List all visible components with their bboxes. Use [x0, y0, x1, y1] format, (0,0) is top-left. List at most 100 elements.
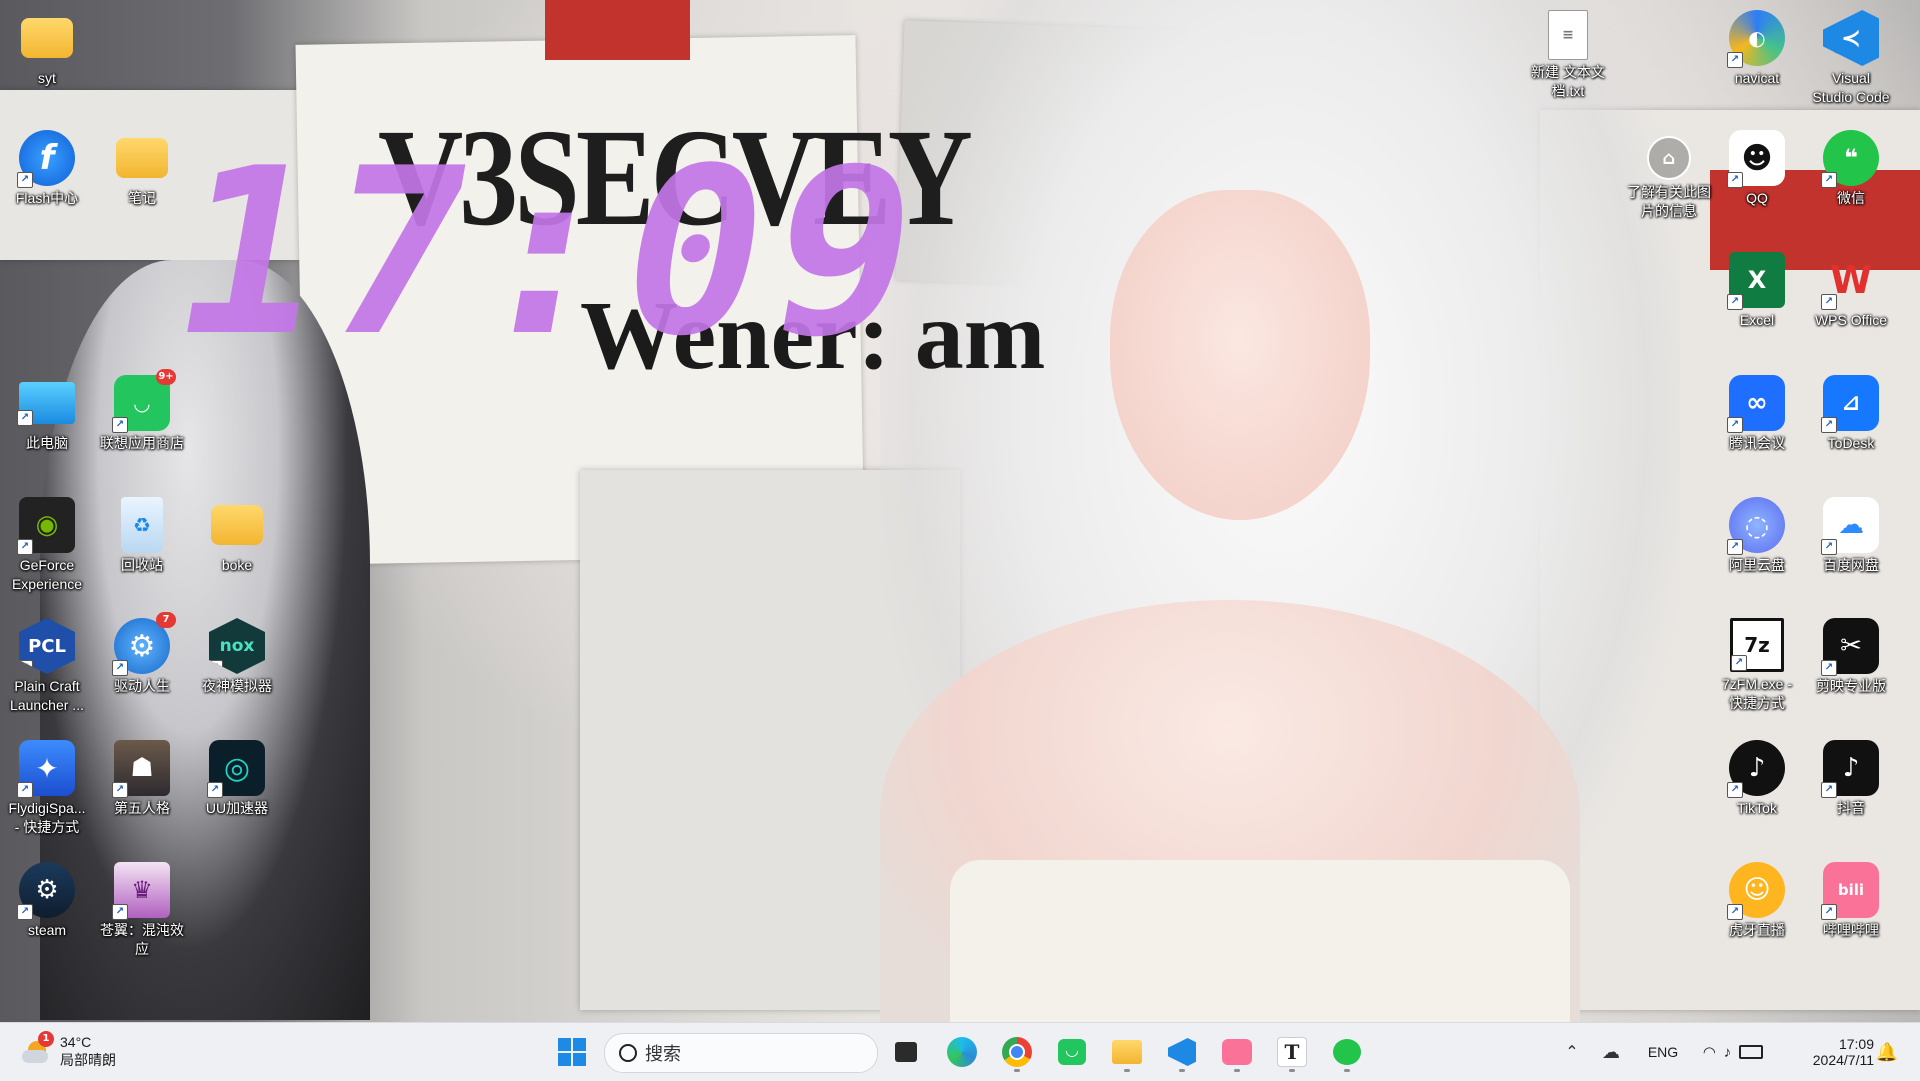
taskbar-vscode[interactable] — [1160, 1031, 1204, 1073]
desktop-icon-blazblue[interactable]: ♛ ↗ 苍翼：混沌效 应 — [95, 862, 189, 959]
cloud-off-icon: ☁ — [1602, 1041, 1620, 1062]
desktop-icon-douyin[interactable]: ♪ ↗ 抖音 — [1804, 740, 1898, 818]
quick-settings[interactable]: ◠ ♪ — [1694, 1037, 1772, 1067]
qq-penguin-icon: ☻ ↗ — [1727, 130, 1785, 188]
folder-icon — [211, 505, 263, 545]
taskbar-bilibili[interactable] — [1215, 1031, 1259, 1073]
spotlight-info-button[interactable]: ⌂ 了解有关此图 片的信息 — [1614, 136, 1724, 221]
taskbar: 1 34°C 局部晴朗 搜索 ◡ T ⌃ ☁ ENG ◠ ♪ 17:09 202… — [0, 1022, 1920, 1081]
identity-v-icon: ☗ ↗ — [112, 740, 170, 798]
desktop-icon-tencent-meeting[interactable]: ∞ ↗ 腾讯会议 — [1710, 375, 1804, 453]
desktop-icon-identity-v[interactable]: ☗ ↗ 第五人格 — [95, 740, 189, 818]
desktop-icon-tiktok[interactable]: ♪ ↗ TikTok — [1710, 740, 1804, 818]
nox-icon: nox ↗ — [209, 618, 265, 674]
wechat-icon: ❝ ↗ — [1821, 130, 1879, 188]
todesk-icon: ⊿ ↗ — [1821, 375, 1879, 433]
taskbar-typora[interactable]: T — [1270, 1031, 1314, 1073]
wifi-icon: ◠ — [1702, 1044, 1716, 1061]
battery-icon — [1739, 1045, 1764, 1059]
folder-icon — [116, 138, 168, 178]
search-placeholder: 搜索 — [645, 1044, 681, 1064]
taskbar-lenovo-store[interactable]: ◡ — [1050, 1031, 1094, 1073]
search-icon — [619, 1044, 637, 1062]
desktop-icon-wps[interactable]: W ↗ WPS Office — [1804, 252, 1898, 330]
bilibili-icon: bili ↗ — [1821, 862, 1879, 920]
capcut-icon: ✂ ↗ — [1821, 618, 1879, 676]
volume-icon: ♪ — [1723, 1043, 1732, 1061]
taskbar-chrome[interactable] — [995, 1031, 1039, 1073]
edge-icon — [947, 1037, 977, 1067]
desktop-icon-baidu-pan[interactable]: ☁ ↗ 百度网盘 — [1804, 497, 1898, 575]
store-icon: ◡ ↗ 9+ — [112, 369, 176, 433]
notification-button[interactable]: 🔔 — [1872, 1037, 1902, 1067]
desktop-icon-vscode[interactable]: ≺ ↗ Visual Studio Code — [1804, 10, 1898, 107]
desktop-icon-steam[interactable]: ⚙ ↗ steam — [0, 862, 94, 940]
desktop-icon-nox[interactable]: nox ↗ 夜神模拟器 — [190, 618, 284, 696]
taskbar-edge[interactable] — [940, 1031, 984, 1073]
desktop-icon-excel[interactable]: X ↗ Excel — [1710, 252, 1804, 330]
desktop-icon-pcl[interactable]: PCL ↗ Plain Craft Launcher ... — [0, 618, 94, 715]
desktop-icon-bilibili[interactable]: bili ↗ 哔哩哔哩 — [1804, 862, 1898, 940]
desktop-icon-boke[interactable]: boke — [190, 497, 284, 575]
desktop-icon-recycle-bin[interactable]: ♻ 回收站 — [95, 497, 189, 575]
taskbar-file-explorer[interactable] — [1105, 1031, 1149, 1073]
baidu-pan-icon: ☁ ↗ — [1821, 497, 1879, 555]
search-box[interactable]: 搜索 — [604, 1033, 878, 1073]
desktop-icon-todesk[interactable]: ⊿ ↗ ToDesk — [1804, 375, 1898, 453]
desktop-icon-lenovo-store[interactable]: ◡ ↗ 9+ 联想应用商店 — [95, 369, 189, 453]
onedrive-tray[interactable]: ☁ — [1596, 1037, 1626, 1067]
recycle-bin-icon: ♻ — [121, 497, 163, 553]
text-file-icon: ≡ — [1548, 10, 1588, 60]
monitor-icon: ↗ — [17, 382, 75, 426]
folder-icon — [1112, 1040, 1142, 1064]
vscode-icon — [1168, 1038, 1196, 1066]
task-view-icon — [895, 1042, 917, 1062]
flydigi-icon: ✦ ↗ — [17, 740, 75, 798]
desktop-icon-this-pc[interactable]: ↗ 此电脑 — [0, 375, 94, 453]
language-indicator[interactable]: ENG — [1640, 1037, 1686, 1067]
navicat-icon: ◐ ↗ — [1727, 10, 1785, 68]
desktop-icon-notes[interactable]: 笔记 — [95, 130, 189, 208]
7zip-icon: 7z ↗ — [1730, 618, 1784, 672]
clock[interactable]: 17:09 2024/7/11 — [1784, 1031, 1874, 1073]
game-icon: ♛ ↗ — [112, 862, 170, 920]
desktop-icon-uu[interactable]: ◎ ↗ UU加速器 — [190, 740, 284, 818]
pcl-icon: PCL ↗ — [19, 618, 75, 674]
desktop-icon-wechat[interactable]: ❝ ↗ 微信 — [1804, 130, 1898, 208]
desktop-icon-aliyun[interactable]: ◌ ↗ 阿里云盘 — [1710, 497, 1804, 575]
clock-date: 2024/7/11 — [1812, 1052, 1874, 1068]
gear-icon: ⚙ ↗ 7 — [112, 612, 176, 676]
weather-temp: 34°C — [60, 1034, 92, 1050]
desktop-icon-new-txt[interactable]: ≡ 新建 文本文 档.txt — [1518, 10, 1618, 101]
desktop-icon-capcut[interactable]: ✂ ↗ 剪映专业版 — [1804, 618, 1898, 696]
desktop-icon-syt[interactable]: syt — [0, 10, 94, 88]
chevron-up-icon: ⌃ — [1565, 1044, 1579, 1061]
excel-icon: X ↗ — [1727, 252, 1785, 310]
desktop-icon-driver-life[interactable]: ⚙ ↗ 7 驱动人生 — [95, 612, 189, 696]
bell-icon: 🔔 — [1875, 1041, 1899, 1062]
meeting-icon: ∞ ↗ — [1727, 375, 1785, 433]
chrome-icon — [1002, 1037, 1032, 1067]
wallpaper-clock-widget: 17:09 — [156, 120, 946, 387]
flash-icon: f ↗ — [17, 130, 75, 188]
desktop-icon-navicat[interactable]: ◐ ↗ navicat — [1710, 10, 1804, 88]
weather-sun-cloud-icon: 1 — [22, 1031, 54, 1067]
desktop-icon-huya[interactable]: ☺ ↗ 虎牙直播 — [1710, 862, 1804, 940]
task-view-button[interactable] — [884, 1031, 928, 1073]
taskbar-wechat[interactable] — [1325, 1031, 1369, 1073]
desktop-icon-flydigi[interactable]: ✦ ↗ FlydigiSpa... - 快捷方式 — [0, 740, 94, 837]
weather-desc: 局部晴朗 — [60, 1052, 116, 1068]
weather-widget[interactable]: 1 34°C 局部晴朗 — [22, 1031, 116, 1073]
desktop-icon-flash[interactable]: f ↗ Flash中心 — [0, 130, 94, 208]
desktop-icon-geforce[interactable]: ◉ ↗ GeForce Experience — [0, 497, 94, 594]
desktop-icon-7zip[interactable]: 7z ↗ 7zFM.exe - 快捷方式 — [1710, 618, 1804, 713]
nvidia-icon: ◉ ↗ — [17, 497, 75, 555]
wps-icon: W ↗ — [1821, 252, 1879, 310]
store-icon: ◡ — [1058, 1039, 1086, 1065]
cloud-drive-icon: ◌ ↗ — [1727, 497, 1785, 555]
show-hidden-icons-button[interactable]: ⌃ — [1558, 1037, 1586, 1067]
huya-icon: ☺ ↗ — [1727, 862, 1785, 920]
start-button[interactable] — [550, 1031, 594, 1073]
douyin-icon: ♪ ↗ — [1821, 740, 1879, 798]
desktop-icon-qq[interactable]: ☻ ↗ QQ — [1710, 130, 1804, 208]
